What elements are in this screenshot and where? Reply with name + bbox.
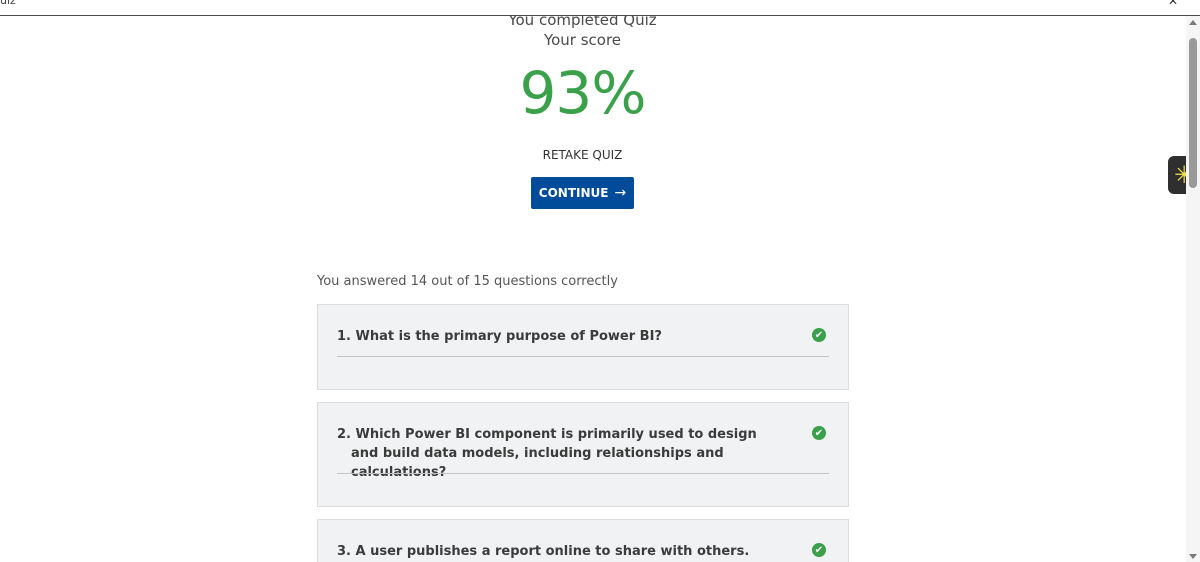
scrollbar-thumb[interactable] xyxy=(1189,38,1197,188)
scroll-up-icon[interactable] xyxy=(1189,20,1197,25)
continue-label: CONTINUE xyxy=(538,186,609,200)
score-label: Your score xyxy=(543,31,622,49)
window-title-bar: uiz ✕ xyxy=(0,0,1200,16)
check-circle-icon: ✔ xyxy=(812,543,826,557)
arrow-right-icon: → xyxy=(614,185,627,201)
completed-heading: You completed Quiz xyxy=(508,16,657,29)
continue-button[interactable]: CONTINUE → xyxy=(531,177,634,209)
retake-quiz-link[interactable]: RETAKE QUIZ xyxy=(0,148,1165,162)
question-card[interactable]: 1. What is the primary purpose of Power … xyxy=(317,304,849,390)
question-text: 1. What is the primary purpose of Power … xyxy=(337,329,662,344)
check-circle-icon: ✔ xyxy=(812,426,826,440)
question-text: 3. A user publishes a report online to s… xyxy=(337,544,750,559)
results-summary: You answered 14 out of 15 questions corr… xyxy=(317,274,618,289)
divider xyxy=(337,356,829,357)
close-icon[interactable]: ✕ xyxy=(1168,0,1178,8)
scroll-down-icon[interactable] xyxy=(1189,554,1197,559)
quiz-results-panel: You completed Quiz Your score 93% RETAKE… xyxy=(0,16,1186,562)
question-card[interactable]: 2. Which Power BI component is primarily… xyxy=(317,402,849,507)
check-circle-icon: ✔ xyxy=(812,328,826,342)
window-title: uiz xyxy=(0,0,16,7)
divider xyxy=(337,473,829,474)
score-value: 93% xyxy=(519,59,647,127)
question-card[interactable]: 3. A user publishes a report online to s… xyxy=(317,519,849,562)
vertical-scrollbar[interactable] xyxy=(1186,16,1200,562)
